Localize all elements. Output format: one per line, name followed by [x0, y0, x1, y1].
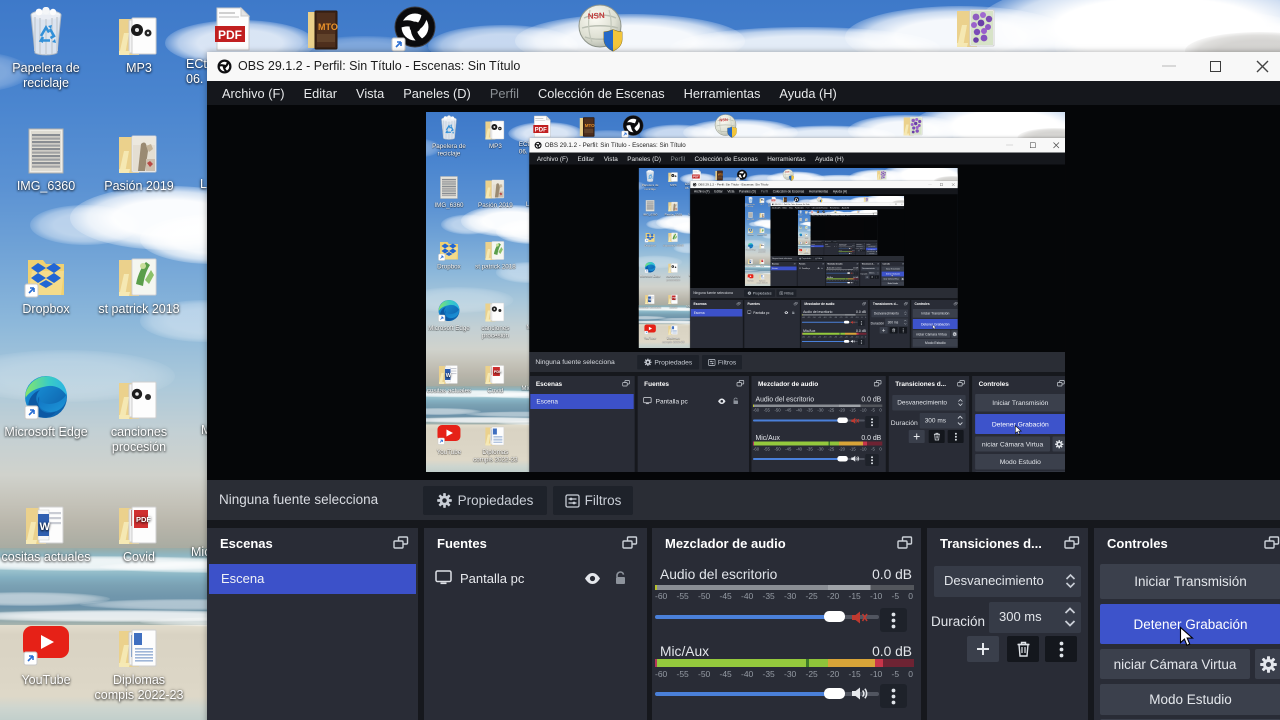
svg-text:W: W — [40, 521, 51, 533]
svg-text:W: W — [800, 243, 801, 244]
svg-text:MTO: MTO — [585, 123, 595, 128]
svg-text:NSN: NSN — [588, 11, 606, 21]
svg-text:MTO: MTO — [718, 174, 723, 176]
svg-text:NSN: NSN — [719, 117, 728, 123]
svg-text:NSN: NSN — [785, 171, 790, 173]
svg-text:PDF: PDF — [535, 127, 547, 133]
svg-text:PDF: PDF — [494, 370, 502, 374]
svg-text:PDF: PDF — [218, 28, 242, 42]
svg-text:W: W — [446, 373, 452, 379]
svg-text:PDF: PDF — [693, 175, 699, 179]
svg-text:MTO: MTO — [318, 22, 338, 32]
svg-text:PDF: PDF — [136, 515, 151, 524]
svg-text:W: W — [649, 297, 652, 301]
